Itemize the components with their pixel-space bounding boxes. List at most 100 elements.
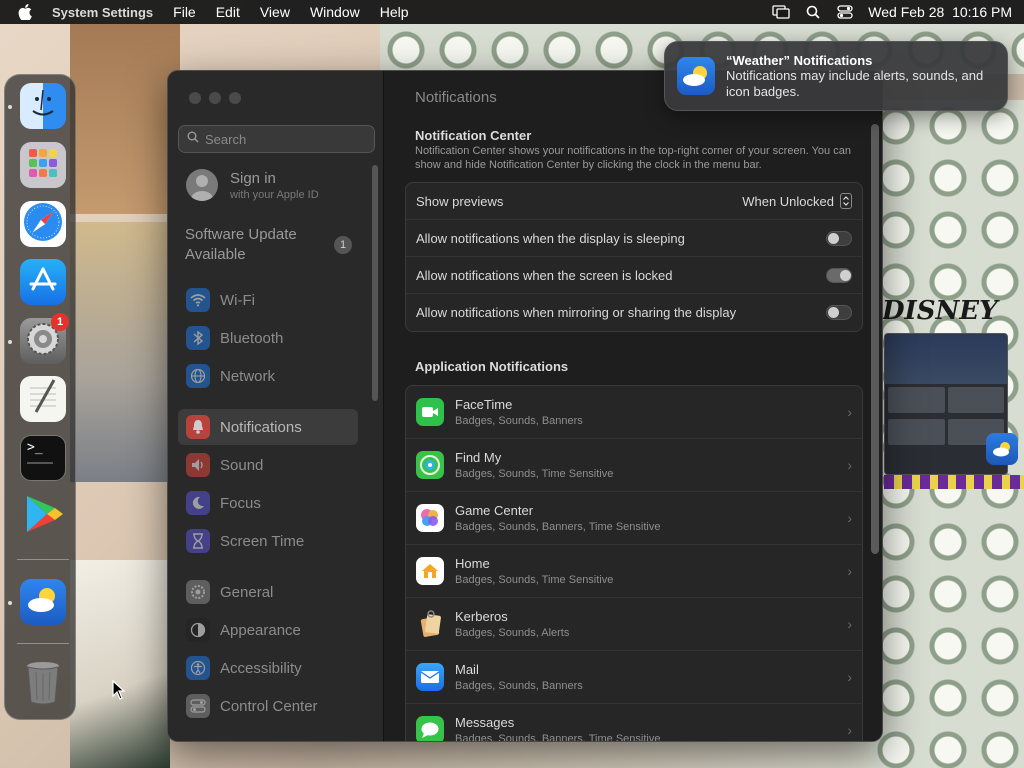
app-alert-types: Badges, Sounds, Banners: [455, 415, 583, 427]
notification-title: “Weather” Notifications: [726, 52, 873, 68]
dock-terminal[interactable]: >_: [20, 435, 66, 481]
sidebar-item-screen-time[interactable]: Screen Time: [178, 523, 358, 559]
apple-id-signin[interactable]: Sign in with your Apple ID: [186, 169, 319, 201]
weather-notification-banner[interactable]: “Weather” Notifications Notifications ma…: [664, 41, 1008, 111]
bluetooth-icon: [186, 326, 210, 350]
spotlight-search-icon[interactable]: [804, 4, 822, 20]
facetime-icon: [416, 398, 444, 426]
chevron-right-icon: ›: [847, 404, 852, 420]
kerberos-icon: [416, 610, 444, 638]
dock-google-play[interactable]: [20, 493, 66, 539]
menu-help[interactable]: Help: [380, 4, 409, 20]
zoom-button[interactable]: [229, 92, 241, 104]
app-row-facetime[interactable]: FaceTime Badges, Sounds, Banners ›: [406, 386, 862, 439]
dock-app-store[interactable]: [20, 259, 66, 305]
weather-icon: [677, 57, 715, 95]
sidebar-item-general[interactable]: General: [178, 574, 358, 610]
app-row-mail[interactable]: Mail Badges, Sounds, Banners ›: [406, 651, 862, 704]
screen-locked-toggle[interactable]: [826, 267, 852, 283]
page-title: Notifications: [415, 89, 497, 106]
sidebar-item-bluetooth[interactable]: Bluetooth: [178, 320, 358, 356]
play-store-icon: [21, 493, 65, 539]
terminal-icon-underline: [27, 462, 53, 464]
sidebar-item-label: Accessibility: [220, 659, 302, 677]
sidebar-scrollbar[interactable]: [372, 165, 378, 401]
accessibility-icon: [186, 656, 210, 680]
notifications-pane: Notifications Notification Center Notifi…: [385, 71, 882, 742]
trash-icon: [23, 662, 63, 708]
game-center-icon: [416, 504, 444, 532]
setting-row-show-previews: Show previews When Unlocked: [406, 183, 862, 220]
software-update-item[interactable]: Software Update Available: [185, 225, 353, 265]
avatar: [186, 169, 218, 201]
chevron-right-icon: ›: [847, 722, 852, 738]
sidebar-item-label: Focus: [220, 494, 261, 512]
mouse-pointer-icon: [112, 679, 126, 705]
sidebar-item-label: Wi-Fi: [220, 291, 255, 309]
textedit-icon: [24, 378, 62, 421]
sidebar-item-notifications[interactable]: Notifications: [178, 409, 358, 445]
app-name: Kerberos: [455, 609, 508, 624]
mirroring-toggle[interactable]: [826, 305, 852, 320]
app-alert-types: Badges, Sounds, Banners, Time Sensitive: [455, 733, 661, 742]
close-button[interactable]: [189, 92, 201, 104]
chevron-updown-icon: [840, 193, 852, 209]
menu-clock[interactable]: Wed Feb 28 10:16 PM: [868, 4, 1012, 20]
find-my-icon: [416, 451, 444, 479]
app-row-home[interactable]: Home Badges, Sounds, Time Sensitive ›: [406, 545, 862, 598]
menu-file[interactable]: File: [173, 4, 196, 20]
sidebar-item-control-center[interactable]: Control Center: [178, 688, 358, 724]
weather-icon: [986, 433, 1018, 465]
screen-mirroring-icon[interactable]: [772, 4, 790, 20]
application-notifications-heading: Application Notifications: [415, 359, 569, 374]
minimize-button[interactable]: [209, 92, 221, 104]
app-row-find-my[interactable]: Find My Badges, Sounds, Time Sensitive ›: [406, 439, 862, 492]
sidebar-item-label: Screen Time: [220, 532, 305, 550]
sidebar-item-label: Sound: [220, 456, 264, 474]
sidebar-item-appearance[interactable]: Appearance: [178, 612, 358, 648]
notification-center-settings: Show previews When Unlocked Allow notifi…: [405, 182, 863, 332]
dock: 1 >_: [4, 74, 76, 720]
display-sleeping-toggle[interactable]: [826, 230, 852, 246]
app-alert-types: Badges, Sounds, Banners: [455, 680, 583, 692]
content-scrollbar[interactable]: [871, 124, 879, 554]
dock-finder[interactable]: [20, 83, 66, 129]
dock-trash[interactable]: [20, 662, 66, 708]
sidebar-item-sound[interactable]: Sound: [178, 447, 358, 483]
setting-row-mirroring: Allow notifications when mirroring or sh…: [406, 294, 862, 331]
dock-weather[interactable]: [20, 579, 66, 625]
apple-menu-icon[interactable]: [18, 4, 32, 21]
app-alert-types: Badges, Sounds, Time Sensitive: [455, 574, 614, 586]
chevron-right-icon: ›: [847, 669, 852, 685]
wallpaper-hair: [70, 24, 180, 214]
menu-window[interactable]: Window: [310, 4, 360, 20]
dock-safari[interactable]: [20, 201, 66, 247]
menu-edit[interactable]: Edit: [216, 4, 240, 20]
signin-title: Sign in: [230, 169, 276, 187]
app-row-messages[interactable]: Messages Badges, Sounds, Banners, Time Se…: [406, 704, 862, 742]
sidebar-item-accessibility[interactable]: Accessibility: [178, 650, 358, 686]
system-settings-window: Sign in with your Apple ID Software Upda…: [167, 70, 883, 742]
menu-view[interactable]: View: [260, 4, 290, 20]
wallpaper-stripe: [884, 475, 1024, 489]
app-name: Find My: [455, 450, 502, 465]
dock-textedit[interactable]: [20, 376, 66, 422]
terminal-icon: >_: [27, 440, 43, 455]
safari-icon: [22, 201, 64, 247]
sidebar-item-wifi[interactable]: Wi-Fi: [178, 282, 358, 318]
app-name: Home: [455, 556, 490, 571]
weather-icon: [25, 586, 61, 619]
menu-app-name[interactable]: System Settings: [52, 5, 153, 20]
sidebar-item-label: Control Center: [220, 697, 318, 715]
sidebar-item-network[interactable]: Network: [178, 358, 358, 394]
control-center-icon[interactable]: [836, 4, 854, 20]
search-field[interactable]: [178, 125, 375, 153]
app-row-kerberos[interactable]: Kerberos Badges, Sounds, Alerts ›: [406, 598, 862, 651]
finder-icon: [23, 84, 63, 129]
app-row-game-center[interactable]: Game Center Badges, Sounds, Banners, Time…: [406, 492, 862, 545]
show-previews-popup[interactable]: When Unlocked: [742, 193, 852, 209]
moon-icon: [186, 491, 210, 515]
sidebar-item-focus[interactable]: Focus: [178, 485, 358, 521]
search-input[interactable]: [205, 131, 365, 147]
dock-launchpad[interactable]: [20, 142, 66, 188]
